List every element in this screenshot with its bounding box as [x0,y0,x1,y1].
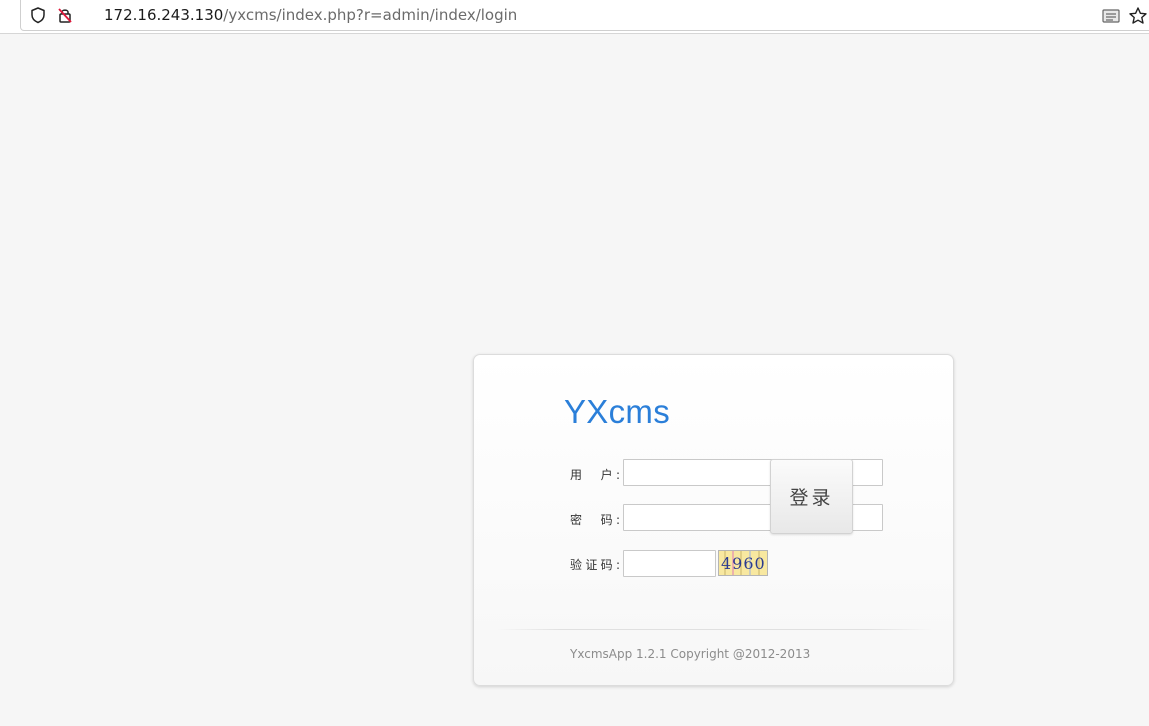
login-panel: YXcms 用 户: 密 码: 验证码: 4960 登录 YxcmsApp 1.… [473,354,954,686]
url-path: /yxcms/index.php?r=admin/index/login [223,6,518,24]
address-bar[interactable]: 172.16.243.130/yxcms/index.php?r=admin/i… [20,0,1149,31]
username-label: 用 户: [570,468,620,482]
url-text[interactable]: 172.16.243.130/yxcms/index.php?r=admin/i… [104,6,517,24]
bookmark-star-icon[interactable] [1128,6,1148,26]
captcha-input[interactable] [623,550,716,577]
password-label: 密 码: [570,513,620,527]
captcha-label: 验证码: [570,558,620,572]
login-button[interactable]: 登录 [770,459,853,534]
divider [496,629,933,630]
browser-toolbar: 172.16.243.130/yxcms/index.php?r=admin/i… [0,0,1149,34]
captcha-text: 4960 [721,554,766,573]
insecure-lock-icon[interactable] [56,6,74,24]
shield-icon[interactable] [29,6,47,24]
url-host: 172.16.243.130 [104,6,224,24]
captcha-image[interactable]: 4960 [718,550,768,576]
site-logo: YXcms [564,393,671,430]
copyright-text: YxcmsApp 1.2.1 Copyright @2012-2013 [570,647,811,661]
reader-view-icon[interactable] [1101,6,1121,26]
